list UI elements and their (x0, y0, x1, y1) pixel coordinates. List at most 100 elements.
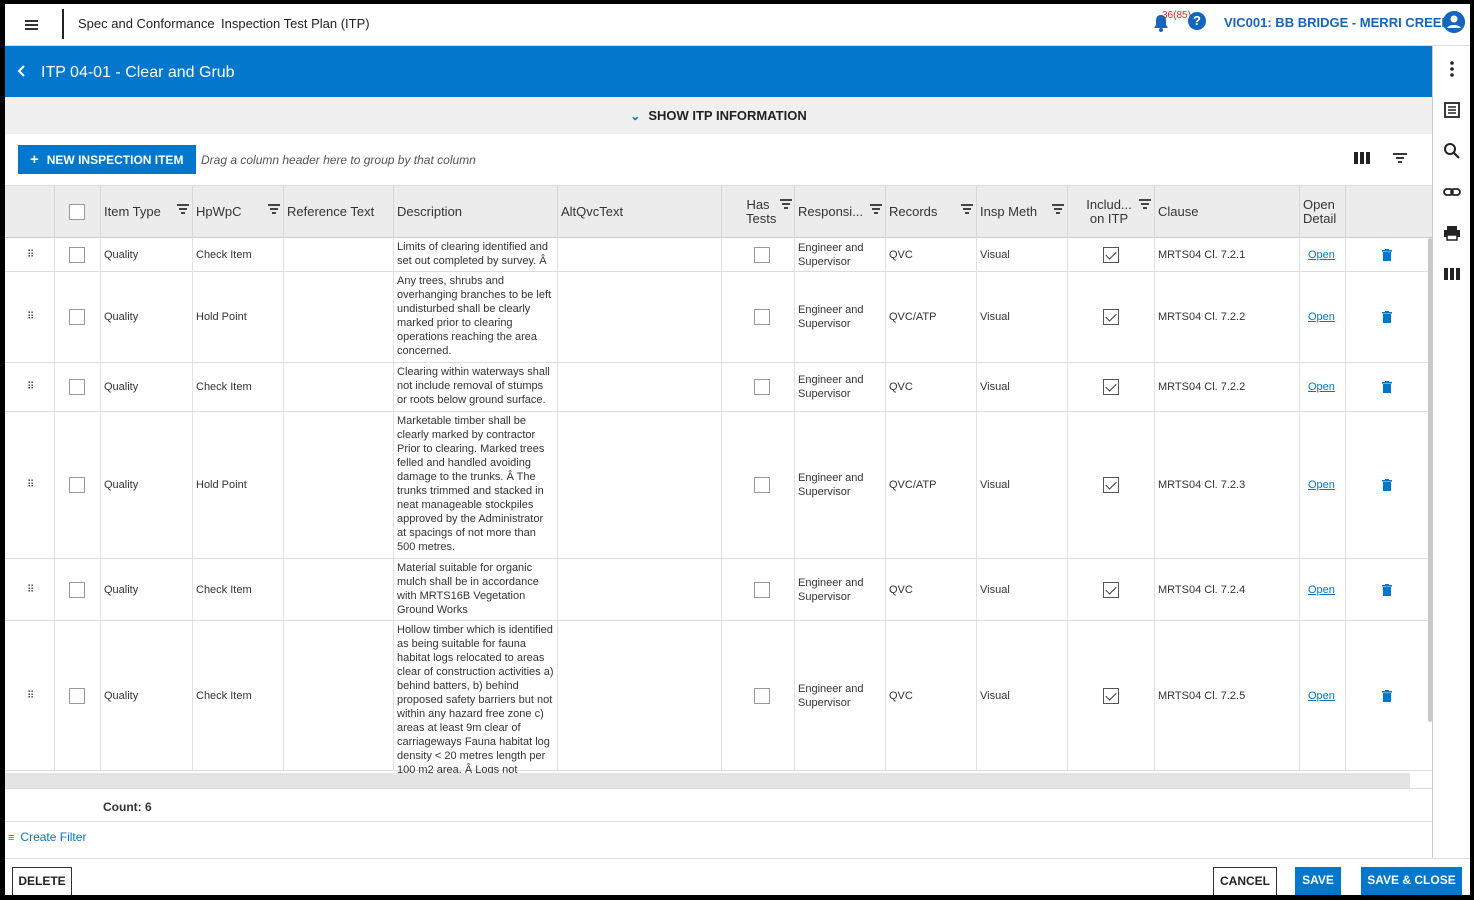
drag-handle-icon[interactable]: ⠿ (27, 249, 34, 260)
columns-icon[interactable] (1443, 265, 1461, 283)
has-tests-checkbox[interactable] (754, 581, 770, 598)
include-on-itp-checkbox[interactable] (1103, 379, 1119, 395)
has-tests-checkbox[interactable] (754, 246, 770, 263)
menu-icon[interactable] (21, 14, 43, 36)
open-detail-link[interactable]: Open (1308, 479, 1335, 491)
header-altqvctext[interactable]: AltQvcText (558, 186, 722, 238)
delete-button[interactable]: DELETE (12, 867, 72, 895)
columns-icon[interactable] (1354, 151, 1370, 165)
save-button[interactable]: SAVE (1295, 867, 1341, 895)
footer-bar: DELETE CANCEL SAVE SAVE & CLOSE (5, 858, 1470, 895)
header-include-on-itp[interactable]: Includ... on ITP (1068, 186, 1155, 238)
cell-include (1068, 412, 1155, 558)
cancel-button[interactable]: CANCEL (1213, 867, 1277, 895)
row-select-checkbox[interactable] (69, 309, 85, 325)
inspection-items-grid: Item Type HpWpC Reference Text Descripti… (5, 185, 1432, 773)
horizontal-scrollbar[interactable] (5, 773, 1410, 788)
header-clause[interactable]: Clause (1155, 186, 1300, 238)
header-description-label: Description (397, 204, 463, 219)
cell-ref (284, 621, 394, 770)
header-open-line2: Detail (1303, 211, 1337, 226)
drag-handle-icon[interactable]: ⠿ (27, 382, 34, 393)
trash-icon[interactable] (1382, 248, 1392, 261)
search-icon[interactable] (1443, 142, 1461, 160)
row-select-checkbox[interactable] (69, 246, 85, 263)
filter-icon[interactable] (177, 203, 189, 214)
header-reference-text[interactable]: Reference Text (284, 186, 394, 238)
header-has-tests[interactable]: Has Tests (722, 186, 795, 238)
drag-handle-icon[interactable]: ⠿ (27, 690, 34, 701)
show-itp-information-toggle[interactable]: ⌄ SHOW ITP INFORMATION (5, 97, 1432, 134)
include-on-itp-checkbox[interactable] (1103, 477, 1119, 493)
header-description[interactable]: Description (394, 186, 558, 238)
has-tests-checkbox[interactable] (754, 379, 770, 395)
trash-icon[interactable] (1382, 689, 1392, 702)
filter-icon[interactable] (870, 203, 882, 214)
records-text: QVC (889, 689, 913, 702)
cell-description: Marketable timber shall be clearly marke… (394, 412, 558, 558)
cell-records: QVC (886, 363, 977, 411)
back-chevron-icon[interactable] (15, 63, 29, 79)
has-tests-checkbox[interactable] (754, 309, 770, 325)
drag-handle-icon[interactable]: ⠿ (27, 584, 34, 595)
table-row[interactable]: ⠿ Quality Check Item Hollow timber which is… (5, 621, 1432, 773)
trash-icon[interactable] (1382, 583, 1392, 596)
insp-meth-text: Visual (980, 311, 1010, 323)
records-text: QVC (889, 583, 913, 596)
open-detail-link[interactable]: Open (1308, 690, 1335, 702)
table-row[interactable]: ⠿ Quality Hold Point Marketable timber shal… (5, 412, 1432, 559)
select-all-checkbox[interactable] (69, 204, 85, 220)
header-insp-meth[interactable]: Insp Meth (977, 186, 1068, 238)
trash-icon[interactable] (1382, 479, 1392, 491)
filter-icon[interactable] (1392, 151, 1408, 165)
create-filter-link[interactable]: ≡ Create Filter (8, 830, 86, 844)
header-responsible[interactable]: Responsi... (795, 186, 886, 238)
filter-icon[interactable] (1139, 198, 1151, 209)
list-icon[interactable] (1443, 101, 1461, 119)
cell-clause: MRTS04 Cl. 7.2.1 (1155, 238, 1300, 271)
project-title[interactable]: VIC001: BB BRIDGE - MERRI CREEK (1224, 15, 1451, 30)
include-on-itp-checkbox[interactable] (1103, 246, 1119, 263)
trash-icon[interactable] (1382, 311, 1392, 323)
has-tests-checkbox[interactable] (754, 477, 770, 493)
filter-icon[interactable] (961, 203, 973, 214)
user-avatar-icon[interactable] (1443, 11, 1465, 33)
print-icon[interactable] (1443, 224, 1461, 242)
create-filter-label: Create Filter (20, 830, 87, 844)
row-select-checkbox[interactable] (69, 581, 85, 598)
table-row[interactable]: ⠿ Quality Check Item Material suitable for … (5, 559, 1432, 621)
header-records[interactable]: Records (886, 186, 977, 238)
filter-icon[interactable] (1052, 203, 1064, 214)
has-tests-checkbox[interactable] (754, 687, 770, 704)
header-item-type[interactable]: Item Type (101, 186, 193, 238)
cell-has-tests (722, 272, 795, 362)
include-on-itp-checkbox[interactable] (1103, 581, 1119, 598)
open-detail-link[interactable]: Open (1308, 584, 1335, 596)
cell-sel (55, 412, 101, 558)
table-row[interactable]: ⠿ Quality Check Item Clearing within waterw… (5, 363, 1432, 412)
open-detail-link[interactable]: Open (1308, 311, 1335, 323)
open-detail-link[interactable]: Open (1308, 249, 1335, 261)
include-on-itp-checkbox[interactable] (1103, 687, 1119, 704)
trash-icon[interactable] (1382, 381, 1392, 393)
save-and-close-button[interactable]: SAVE & CLOSE (1361, 867, 1462, 895)
row-select-checkbox[interactable] (69, 379, 85, 395)
drag-handle-icon[interactable]: ⠿ (27, 312, 34, 323)
filter-icon[interactable] (268, 203, 280, 214)
more-vert-icon[interactable] (1443, 60, 1461, 78)
open-detail-link[interactable]: Open (1308, 381, 1335, 393)
plus-icon: + (30, 151, 39, 168)
new-inspection-item-button[interactable]: + NEW INSPECTION ITEM (18, 145, 196, 174)
right-rail (1432, 46, 1470, 858)
filter-icon[interactable] (780, 198, 792, 209)
vertical-scrollbar[interactable] (1428, 238, 1432, 722)
table-row[interactable]: ⠿ Quality Hold Point Any trees, shrubs and … (5, 272, 1432, 363)
header-hpwpc[interactable]: HpWpC (193, 186, 284, 238)
include-on-itp-checkbox[interactable] (1103, 309, 1119, 325)
help-icon[interactable]: ? (1188, 12, 1206, 30)
link-icon[interactable] (1443, 183, 1461, 201)
row-select-checkbox[interactable] (69, 687, 85, 704)
row-select-checkbox[interactable] (69, 477, 85, 493)
table-row[interactable]: ⠿ Quality Check Item Limits of clearing ide… (5, 238, 1432, 272)
drag-handle-icon[interactable]: ⠿ (27, 480, 34, 491)
